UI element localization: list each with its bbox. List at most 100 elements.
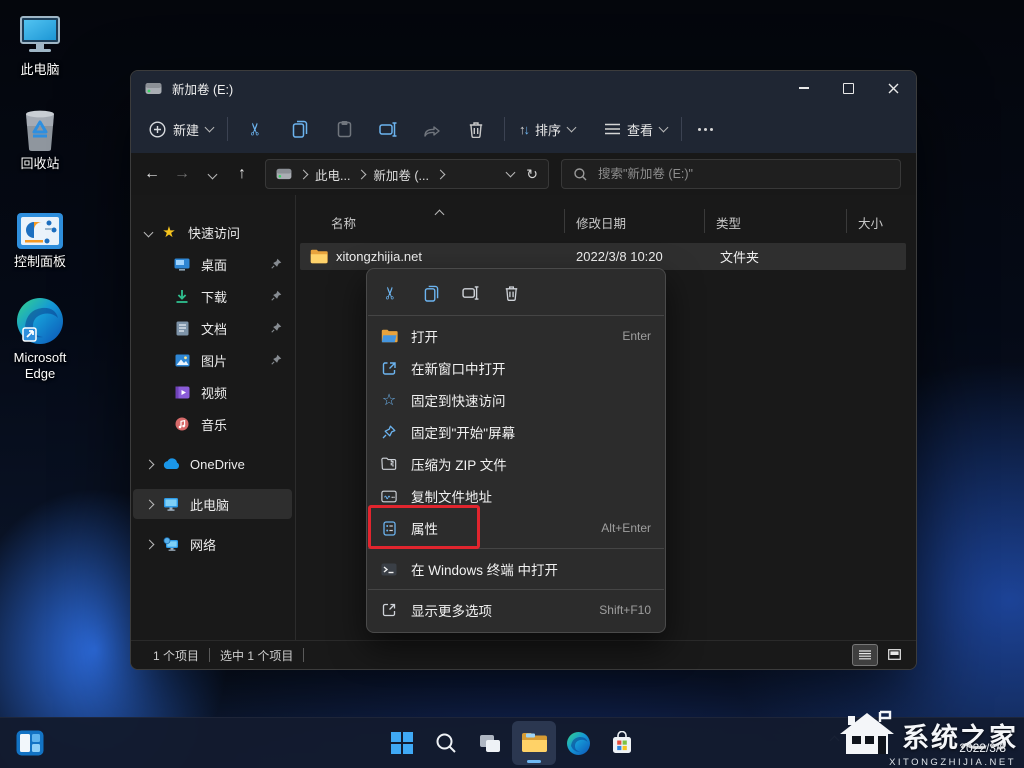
file-explorer-button[interactable] <box>512 721 556 765</box>
sidebar-item-this-pc[interactable]: 此电脑 <box>133 489 292 519</box>
breadcrumb-current[interactable]: 新加卷 (... <box>373 165 429 184</box>
minimize-button[interactable] <box>781 72 826 105</box>
copy-path-icon <box>379 487 399 505</box>
delete-button[interactable] <box>454 113 498 145</box>
sidebar-item-music[interactable]: 音乐 <box>133 409 292 439</box>
context-menu-quick-actions: ✂ <box>367 275 665 311</box>
edge-button[interactable] <box>556 721 600 765</box>
column-separator[interactable] <box>846 209 847 233</box>
search-input[interactable] <box>596 166 880 182</box>
rename-button[interactable] <box>366 113 410 145</box>
pin-icon <box>271 321 282 336</box>
recycle-bin-icon <box>4 102 76 152</box>
sidebar-item-label: 文档 <box>201 319 227 338</box>
desktop-icon-this-pc[interactable]: 此电脑 <box>4 8 76 78</box>
forward-button[interactable]: → <box>167 165 197 183</box>
drive-icon <box>276 168 292 180</box>
more-button[interactable] <box>688 113 722 145</box>
back-button[interactable]: ← <box>137 165 167 183</box>
column-name[interactable]: 名称 <box>331 213 356 232</box>
toolbar-separator <box>681 117 682 141</box>
view-icon <box>605 123 620 135</box>
menu-item-pin-quick-access[interactable]: ☆ 固定到快速访问 <box>367 384 665 416</box>
up-button[interactable]: ↑ <box>227 165 257 183</box>
search-button[interactable] <box>424 721 468 765</box>
menu-item-label: 固定到"开始"屏幕 <box>411 422 515 442</box>
sort-button[interactable]: ↑↓ 排序 <box>511 114 583 145</box>
chevron-right-icon <box>145 539 155 549</box>
cut-button[interactable]: ✂ <box>377 279 405 307</box>
address-dropdown-icon[interactable] <box>506 168 516 178</box>
star-outline-icon: ☆ <box>379 391 399 409</box>
column-size[interactable]: 大小 <box>858 213 883 232</box>
pin-icon <box>271 289 282 304</box>
rename-button[interactable] <box>457 279 485 307</box>
details-view-toggle[interactable] <box>852 644 878 666</box>
file-row-selected[interactable]: xitongzhijia.net 2022/3/8 10:20 文件夹 <box>300 243 906 270</box>
new-button[interactable]: 新建 <box>141 114 221 145</box>
windows-start-icon <box>390 731 414 755</box>
history-dropdown[interactable] <box>197 165 227 183</box>
sidebar-item-onedrive[interactable]: OneDrive <box>133 449 292 479</box>
share-button[interactable] <box>410 113 454 145</box>
search-icon <box>574 168 587 181</box>
share-icon <box>423 122 441 137</box>
paste-button[interactable] <box>322 113 366 145</box>
column-separator[interactable] <box>564 209 565 233</box>
menu-item-open-windows-terminal[interactable]: 在 Windows 终端 中打开 <box>367 553 665 585</box>
toolbar-separator <box>227 117 228 141</box>
column-headers: 名称 修改日期 类型 大小 <box>296 207 908 235</box>
breadcrumb[interactable]: 此电... 新加卷 (... ↻ <box>265 159 549 189</box>
sidebar-item-network[interactable]: 网络 <box>133 529 292 559</box>
sidebar-item-documents[interactable]: 文档 <box>133 313 292 343</box>
cut-button[interactable]: ✂ <box>234 113 278 145</box>
view-button-label: 查看 <box>627 120 653 139</box>
sidebar-item-pictures[interactable]: 图片 <box>133 345 292 375</box>
desktop-icon-label: 回收站 <box>4 156 76 172</box>
breadcrumb-this-pc[interactable]: 此电... <box>315 165 350 184</box>
selected-count: 选中 1 个项目 <box>220 647 293 664</box>
menu-item-open[interactable]: 打开 Enter <box>367 320 665 352</box>
xitongzhijia-logo-icon <box>836 710 898 761</box>
search-icon <box>435 732 457 754</box>
sidebar-item-downloads[interactable]: 下载 <box>133 281 292 311</box>
delete-button[interactable] <box>497 279 525 307</box>
menu-item-label: 复制文件地址 <box>411 486 492 506</box>
view-button[interactable]: 查看 <box>597 114 675 145</box>
task-view-icon <box>478 731 502 755</box>
icons-view-toggle[interactable] <box>882 644 906 664</box>
store-button[interactable] <box>600 721 644 765</box>
navigation-bar: ← → ↑ 此电... 新加卷 (... ↻ <box>131 153 916 196</box>
column-separator[interactable] <box>704 209 705 233</box>
column-modified[interactable]: 修改日期 <box>576 213 626 232</box>
menu-item-open-new-window[interactable]: 在新窗口中打开 <box>367 352 665 384</box>
sort-button-label: 排序 <box>535 120 561 139</box>
active-app-indicator <box>527 760 541 763</box>
search-box[interactable] <box>561 159 901 189</box>
close-button[interactable] <box>871 72 916 105</box>
column-type[interactable]: 类型 <box>716 213 741 232</box>
menu-item-pin-to-start[interactable]: 固定到"开始"屏幕 <box>367 416 665 448</box>
copy-icon <box>292 120 308 138</box>
maximize-button[interactable] <box>826 72 871 105</box>
sidebar-item-quick-access[interactable]: ★ 快速访问 <box>133 217 292 247</box>
desktop-icon-control-panel[interactable]: 控制面板 <box>4 200 76 270</box>
widgets-button[interactable] <box>8 721 52 765</box>
copy-button[interactable] <box>278 113 322 145</box>
desktop-icon-recycle-bin[interactable]: 回收站 <box>4 102 76 172</box>
refresh-icon[interactable]: ↻ <box>526 166 538 183</box>
pictures-icon <box>173 351 191 369</box>
desktop-icon-edge[interactable]: Microsoft Edge <box>4 296 76 383</box>
sidebar-item-desktop[interactable]: 桌面 <box>133 249 292 279</box>
start-button[interactable] <box>380 721 424 765</box>
item-count: 1 个项目 <box>153 647 199 664</box>
pin-icon <box>271 257 282 272</box>
control-panel-icon <box>4 200 76 250</box>
sidebar-item-label: 音乐 <box>201 415 227 434</box>
copy-button[interactable] <box>417 279 445 307</box>
task-view-button[interactable] <box>468 721 512 765</box>
sidebar-item-videos[interactable]: 视频 <box>133 377 292 407</box>
network-icon <box>162 535 180 553</box>
menu-item-show-more-options[interactable]: 显示更多选项 Shift+F10 <box>367 594 665 626</box>
menu-item-compress-zip[interactable]: 压缩为 ZIP 文件 <box>367 448 665 480</box>
